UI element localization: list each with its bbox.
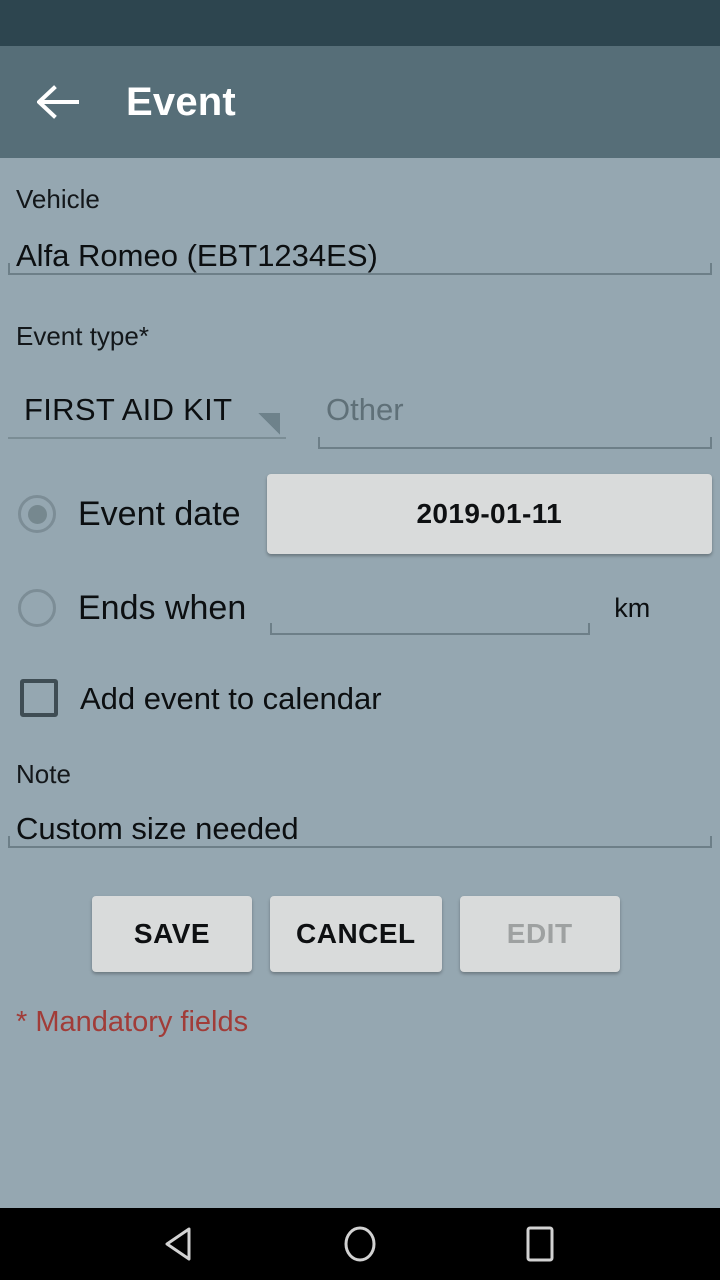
nav-back-icon[interactable] <box>144 1208 216 1280</box>
event-type-spinner-value: FIRST AID KIT <box>24 392 233 427</box>
mandatory-fields-note: * Mandatory fields <box>16 1006 249 1038</box>
radio-dot <box>27 504 47 524</box>
nav-recents-icon[interactable] <box>504 1208 576 1280</box>
event-type-spinner[interactable]: FIRST AID KIT <box>8 394 286 439</box>
add-to-calendar-row[interactable]: Add event to calendar <box>8 679 712 717</box>
event-type-label: Event type* <box>16 321 149 351</box>
add-to-calendar-label: Add event to calendar <box>80 680 382 716</box>
edit-button: EDIT <box>459 896 620 972</box>
phone-screen: Event Vehicle Alfa Romeo (EBT1234ES) Eve… <box>0 0 720 1280</box>
note-underline <box>8 836 712 848</box>
vehicle-label: Vehicle <box>16 184 100 214</box>
event-date-label: Event date <box>78 495 241 533</box>
add-to-calendar-checkbox[interactable] <box>20 679 58 717</box>
ends-when-unit-label: km <box>614 592 651 623</box>
action-button-row: SAVE CANCEL EDIT <box>8 896 712 972</box>
event-date-radio[interactable] <box>18 495 56 533</box>
other-underline <box>318 437 712 449</box>
ends-when-underline <box>270 623 591 635</box>
ends-when-label: Ends when <box>78 589 247 627</box>
ends-when-row: Ends when km <box>8 579 712 637</box>
save-button[interactable]: SAVE <box>92 896 252 972</box>
page-title: Event <box>126 80 236 124</box>
cancel-button[interactable]: CANCEL <box>270 896 442 972</box>
vehicle-underline <box>8 263 712 275</box>
other-field-group: Other <box>318 394 712 449</box>
ends-when-radio[interactable] <box>18 589 56 627</box>
status-bar <box>0 0 720 46</box>
app-bar: Event <box>0 46 720 158</box>
ends-when-input[interactable] <box>270 623 591 637</box>
event-date-row: Event date 2019-01-11 <box>8 474 712 554</box>
form-content: Vehicle Alfa Romeo (EBT1234ES) Event typ… <box>0 158 720 1208</box>
vehicle-field-group: Vehicle Alfa Romeo (EBT1234ES) <box>8 158 712 275</box>
dropdown-triangle-icon <box>258 413 280 435</box>
event-type-row: FIRST AID KIT Other <box>8 394 712 449</box>
note-label: Note <box>16 759 71 789</box>
nav-home-icon[interactable] <box>324 1208 396 1280</box>
other-input[interactable]: Other <box>318 394 712 425</box>
event-date-button[interactable]: 2019-01-11 <box>266 474 712 554</box>
android-nav-bar <box>0 1208 720 1280</box>
back-arrow-icon[interactable] <box>32 75 86 129</box>
